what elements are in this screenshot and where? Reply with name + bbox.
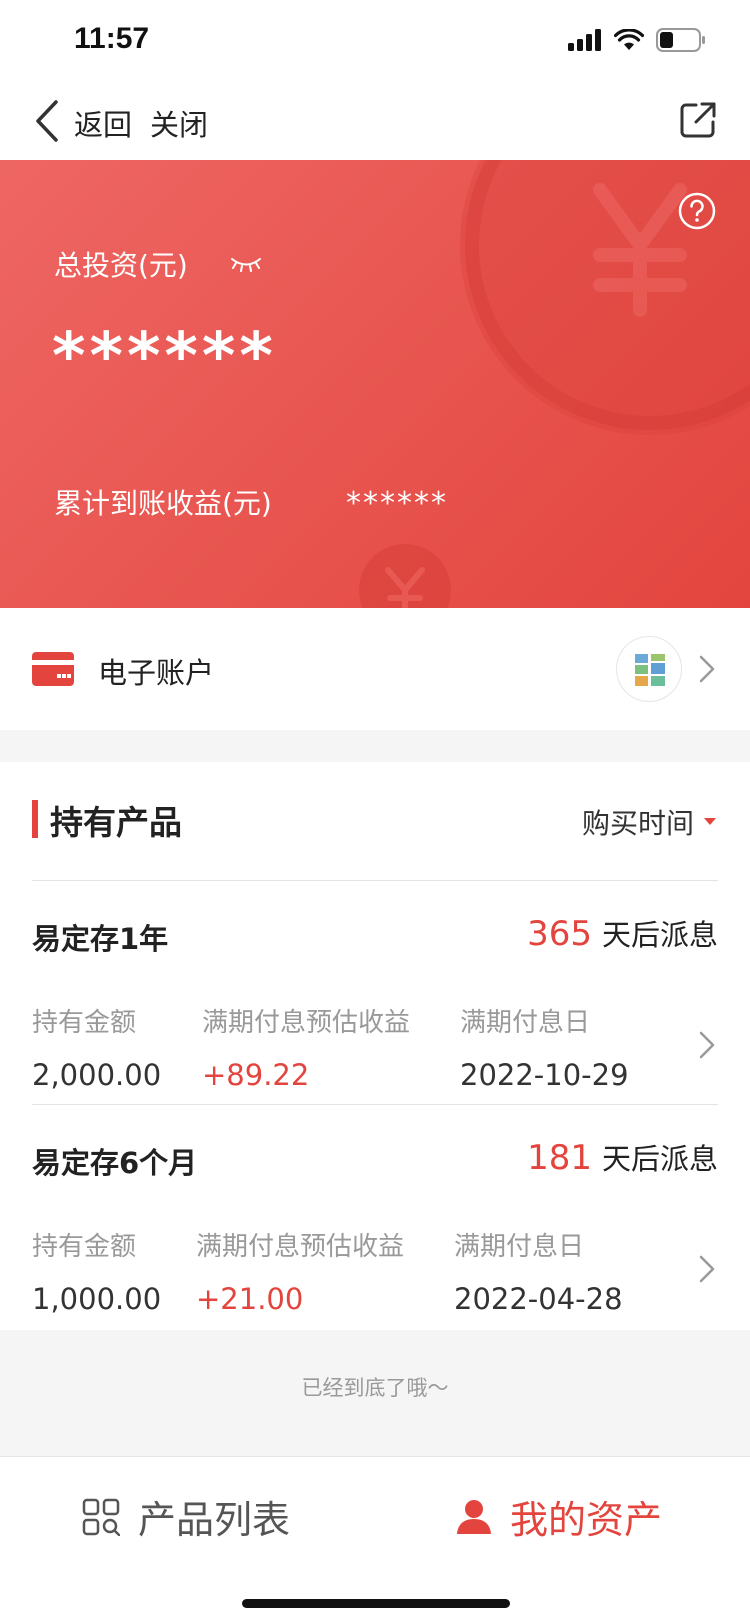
back-chevron-icon[interactable] — [32, 98, 62, 144]
close-button[interactable]: 关闭 — [150, 102, 208, 144]
maturity-date-value: 2022-10-29 — [460, 1058, 629, 1092]
status-bar: 11:57 — [0, 0, 750, 82]
maturity-date-label: 满期付息日 — [460, 1008, 591, 1038]
sort-caret-icon[interactable] — [704, 818, 716, 825]
maturity-date-label: 满期付息日 — [454, 1232, 585, 1262]
interest-value: +21.00 — [196, 1282, 304, 1316]
product-item[interactable]: 易定存1年 365 天后派息 持有金额 满期付息预估收益 满期付息日 2,000.… — [0, 880, 750, 1098]
end-of-list-tip: 已经到底了哦～ — [301, 1376, 449, 1400]
chevron-right-icon — [699, 655, 715, 683]
user-icon — [457, 1499, 491, 1534]
product-name: 易定存1年 — [32, 922, 169, 956]
interest-label: 满期付息预估收益 — [196, 1232, 405, 1262]
interest-label: 满期付息预估收益 — [202, 1008, 411, 1038]
amount-value: 2,000.00 — [32, 1058, 162, 1092]
days-count: 181 — [527, 1138, 592, 1178]
signal-icon — [568, 29, 601, 51]
sort-by-purchase-time[interactable]: 购买时间 — [582, 802, 694, 842]
status-icons — [568, 28, 706, 52]
tab-my-assets-label: 我的资产 — [510, 1498, 663, 1542]
interest-value: +89.22 — [202, 1058, 310, 1092]
grid-search-icon — [82, 1498, 120, 1536]
product-item[interactable]: 易定存6个月 181 天后派息 持有金额 满期付息预估收益 满期付息日 1,000… — [0, 1104, 750, 1322]
chevron-right-icon — [699, 1031, 715, 1059]
battery-icon — [656, 28, 705, 52]
total-investment-value: ****** — [52, 320, 277, 394]
tab-product-list[interactable]: 产品列表 — [82, 1489, 290, 1544]
status-time: 11:57 — [74, 22, 150, 55]
total-investment-label: 总投资(元) — [54, 249, 188, 282]
wifi-icon — [614, 29, 644, 50]
tab-my-assets[interactable]: 我的资产 — [456, 1489, 662, 1544]
bank-logo-icon — [616, 636, 682, 702]
tab-bar: 产品列表 我的资产 — [0, 1456, 750, 1623]
electronic-account-label: 电子账户 — [98, 656, 215, 690]
chevron-right-icon — [699, 1255, 715, 1283]
home-indicator — [242, 1599, 510, 1608]
bank-card-icon — [32, 652, 74, 686]
product-name: 易定存6个月 — [32, 1146, 198, 1180]
hide-eye-icon[interactable] — [230, 256, 262, 274]
investment-summary-card: 总投资(元) ****** 累计到账收益(元) ****** — [0, 160, 750, 608]
cumulative-earnings-value: ****** — [346, 486, 448, 521]
back-button[interactable]: 返回 — [74, 102, 132, 144]
share-icon[interactable] — [678, 100, 718, 140]
electronic-account-row[interactable]: 电子账户 — [0, 608, 750, 730]
amount-label: 持有金额 — [32, 1008, 137, 1038]
days-suffix: 天后派息 — [601, 1142, 718, 1176]
days-until-interest: 365 天后派息 — [527, 912, 718, 954]
holdings-section: 持有产品 购买时间 易定存1年 365 天后派息 持有金额 满期付息预估收益 满期… — [0, 762, 750, 1330]
amount-label: 持有金额 — [32, 1232, 137, 1262]
holdings-title: 持有产品 — [50, 803, 182, 842]
tab-product-list-label: 产品列表 — [138, 1498, 291, 1542]
maturity-date-value: 2022-04-28 — [454, 1282, 623, 1316]
amount-value: 1,000.00 — [32, 1282, 162, 1316]
help-icon[interactable] — [678, 192, 716, 230]
cumulative-earnings-label: 累计到账收益(元) — [54, 487, 272, 520]
days-until-interest: 181 天后派息 — [527, 1136, 718, 1178]
days-count: 365 — [527, 914, 592, 954]
nav-bar: 返回 关闭 — [0, 82, 750, 160]
section-accent-bar — [32, 800, 38, 838]
days-suffix: 天后派息 — [601, 918, 718, 952]
